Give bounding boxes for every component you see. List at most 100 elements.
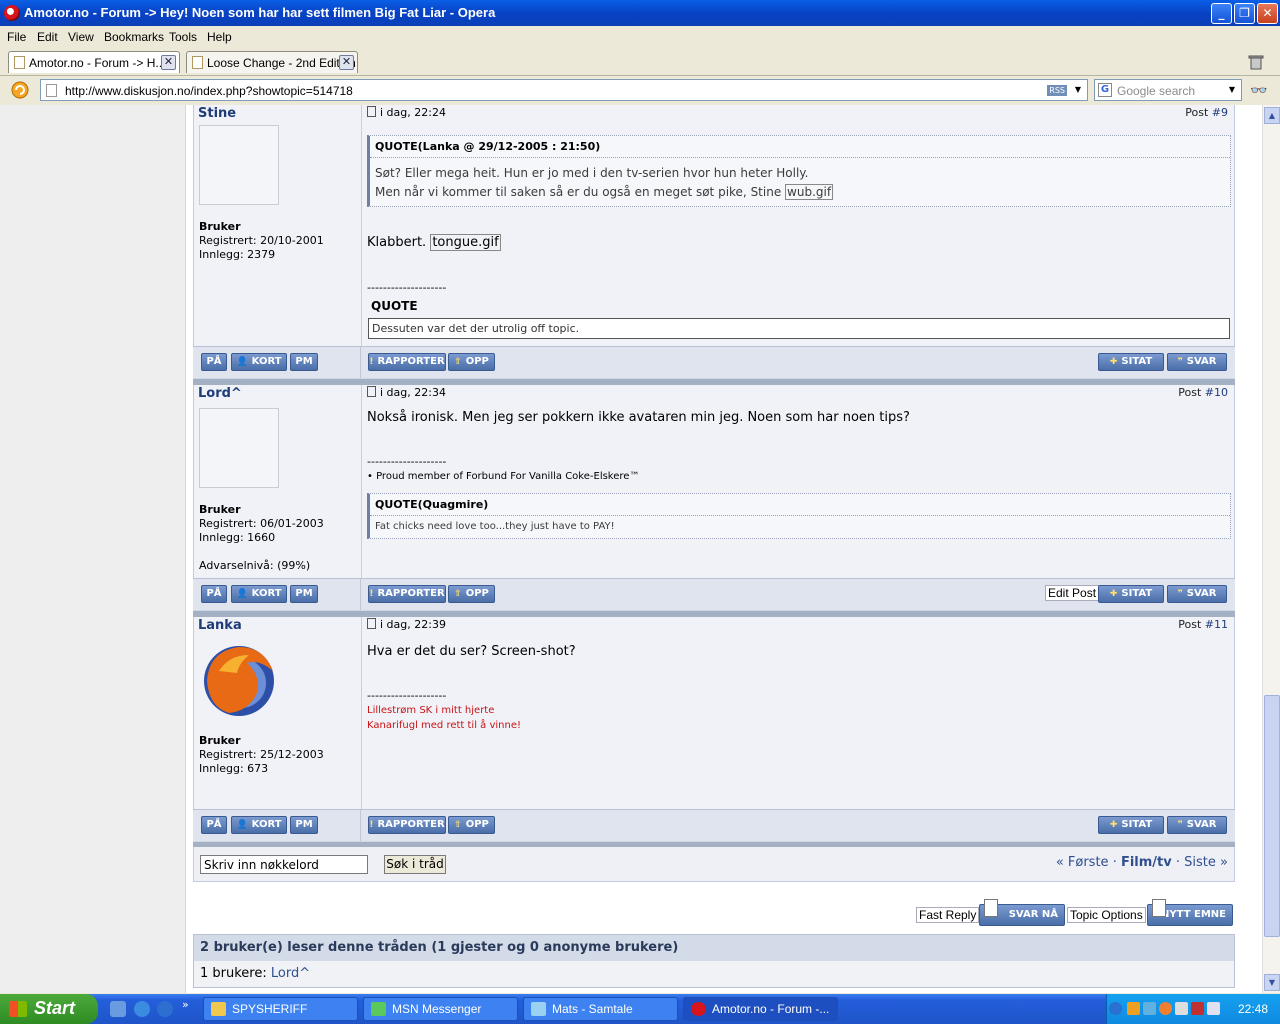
maximize-button[interactable]: ❐	[1234, 3, 1255, 24]
chat-icon	[531, 1002, 546, 1016]
reply-button[interactable]: ❞ SVAR	[1167, 353, 1227, 371]
address-url: http://www.diskusjon.no/index.php?showto…	[65, 84, 353, 98]
task-mats-chat[interactable]: Mats - Samtale	[523, 997, 678, 1021]
tray-security-icon[interactable]	[1191, 1002, 1204, 1015]
tray-mail-icon[interactable]	[1207, 1002, 1220, 1015]
report-button[interactable]: ! RAPPORTER	[368, 816, 446, 834]
fast-reply-link[interactable]: Fast Reply	[916, 907, 980, 923]
address-field[interactable]: http://www.diskusjon.no/index.php?showto…	[40, 79, 1088, 101]
close-tab-icon[interactable]: ✕	[161, 55, 176, 70]
pm-button[interactable]: PM	[290, 585, 318, 603]
task-opera-forum[interactable]: Amotor.no - Forum -...	[683, 997, 838, 1021]
profile-button[interactable]: PÅ	[201, 816, 227, 834]
profile-button[interactable]: PÅ	[201, 585, 227, 603]
chevron-down-icon[interactable]: ▼	[1225, 82, 1239, 98]
post-9-actions: PÅ 👤 KORT PM ! RAPPORTER ⇧ OPP ✚ SITAT ❞ SVAR	[193, 346, 1235, 379]
top-button[interactable]: ⇧ OPP	[448, 585, 495, 603]
top-button[interactable]: ⇧ OPP	[448, 353, 495, 371]
tab-amotor[interactable]: Amotor.no - Forum -> H... ✕	[8, 51, 180, 73]
trash-icon[interactable]	[1248, 54, 1264, 70]
quote-button[interactable]: ✚ SITAT	[1098, 816, 1164, 834]
report-button[interactable]: ! RAPPORTER	[368, 585, 446, 603]
quicklaunch-more-icon[interactable]: »	[182, 998, 189, 1011]
arrow-up-icon: ⇧	[454, 589, 462, 599]
author-role: Bruker	[199, 503, 241, 516]
scroll-down-arrow[interactable]: ▼	[1264, 974, 1280, 991]
card-button[interactable]: 👤 KORT	[231, 585, 287, 603]
glasses-icon[interactable]: 👓	[1250, 83, 1267, 99]
quote-button[interactable]: ✚ SITAT	[1098, 353, 1164, 371]
pm-button[interactable]: PM	[290, 353, 318, 371]
report-button[interactable]: ! RAPPORTER	[368, 353, 446, 371]
author-info: Bruker Registrert: 20/10-2001 Innlegg: 2…	[199, 220, 324, 262]
post-link[interactable]: #9	[1212, 106, 1228, 119]
search-topic-button[interactable]: Søk i tråd	[384, 855, 446, 874]
user-icon: 👤	[236, 357, 248, 367]
quote-mark-icon: ❞	[1177, 589, 1183, 599]
start-button[interactable]: Start	[0, 994, 98, 1024]
tray-network-icon[interactable]	[1143, 1002, 1156, 1015]
menu-bookmarks[interactable]: Bookmarks	[104, 30, 164, 44]
profile-button[interactable]: PÅ	[201, 353, 227, 371]
menu-help[interactable]: Help	[207, 30, 232, 44]
menu-file[interactable]: File	[7, 30, 26, 44]
alert-icon: !	[369, 357, 374, 367]
card-button[interactable]: 👤 KORT	[231, 353, 287, 371]
post-author[interactable]: Lanka	[198, 618, 242, 633]
menu-view[interactable]: View	[68, 30, 94, 44]
arrow-up-icon: ⇧	[454, 820, 462, 830]
post-text: Hva er det du ser? Screen-shot?	[367, 644, 576, 659]
post-10-actions: PÅ 👤 KORT PM ! RAPPORTER ⇧ OPP Edit Post ✚ S…	[193, 578, 1235, 611]
rss-icon[interactable]: RSS	[1047, 85, 1067, 96]
post-link[interactable]: #10	[1205, 386, 1228, 399]
vertical-scrollbar[interactable]: ▲ ▼	[1262, 105, 1280, 993]
keyword-input[interactable]: Skriv inn nøkkelord	[200, 855, 368, 874]
menu-edit[interactable]: Edit	[37, 30, 58, 44]
quote-header: QUOTE(Lanka @ 29/12-2005 : 21:50)	[370, 136, 1230, 158]
post-link[interactable]: #11	[1205, 618, 1228, 631]
title-bar: Amotor.no - Forum -> Hey! Noen som har h…	[0, 0, 1280, 26]
scroll-thumb[interactable]	[1264, 695, 1280, 937]
tray-app-icon[interactable]	[1159, 1002, 1172, 1015]
pager-first[interactable]: « Første	[1056, 855, 1109, 870]
topic-options-link[interactable]: Topic Options	[1067, 907, 1146, 923]
tab-loose-change[interactable]: Loose Change - 2nd Edition ✕	[186, 51, 358, 73]
reply-button[interactable]: ❞ SVAR	[1167, 816, 1227, 834]
task-spysheriff[interactable]: SPYSHERIFF	[203, 997, 358, 1021]
tray-ie-icon[interactable]	[1127, 1002, 1140, 1015]
search-field[interactable]: G Google search ▼	[1094, 79, 1242, 101]
post-author[interactable]: Stine	[198, 106, 236, 121]
edit-post-link[interactable]: Edit Post	[1045, 585, 1100, 601]
reload-icon[interactable]	[10, 80, 30, 100]
chevron-down-icon[interactable]: ▼	[1071, 82, 1085, 98]
pager-current[interactable]: Film/tv	[1121, 855, 1172, 870]
signature-quote-label: QUOTE	[371, 299, 418, 313]
emoticon-image: wub.gif	[785, 184, 834, 200]
quicklaunch-ie-icon[interactable]	[134, 1001, 150, 1017]
post-text: Klabbert. tongue.gif	[367, 234, 501, 251]
pager-last[interactable]: Siste »	[1184, 855, 1228, 870]
tray-expand-icon[interactable]	[1109, 1002, 1122, 1015]
reply-button[interactable]: ❞ SVAR	[1167, 585, 1227, 603]
quote-button[interactable]: ✚ SITAT	[1098, 585, 1164, 603]
task-msn-messenger[interactable]: MSN Messenger	[363, 997, 518, 1021]
plus-icon: ✚	[1109, 589, 1118, 599]
quicklaunch-media-icon[interactable]	[157, 1001, 173, 1017]
post-author[interactable]: Lord^	[198, 386, 242, 401]
close-button[interactable]: ✕	[1257, 3, 1278, 24]
tab-label: Loose Change - 2nd Edition	[207, 56, 356, 70]
pm-button[interactable]: PM	[290, 816, 318, 834]
fast-reply-bar: Fast Reply SVAR NÅ Topic Options NYTT EM…	[193, 899, 1235, 930]
close-tab-icon[interactable]: ✕	[339, 55, 354, 70]
quicklaunch-desktop-icon[interactable]	[110, 1001, 126, 1017]
reply-now-button[interactable]: SVAR NÅ	[979, 899, 1065, 926]
card-button[interactable]: 👤 KORT	[231, 816, 287, 834]
new-topic-button[interactable]: NYTT EMNE	[1147, 899, 1233, 926]
user-link[interactable]: Lord^	[271, 966, 310, 981]
scroll-up-arrow[interactable]: ▲	[1264, 107, 1280, 124]
menu-tools[interactable]: Tools	[169, 30, 197, 44]
tray-l-icon[interactable]	[1175, 1002, 1188, 1015]
quote-line: Søt? Eller mega heit. Hun er jo med i de…	[375, 166, 809, 180]
top-button[interactable]: ⇧ OPP	[448, 816, 495, 834]
minimize-button[interactable]: _	[1211, 3, 1232, 24]
